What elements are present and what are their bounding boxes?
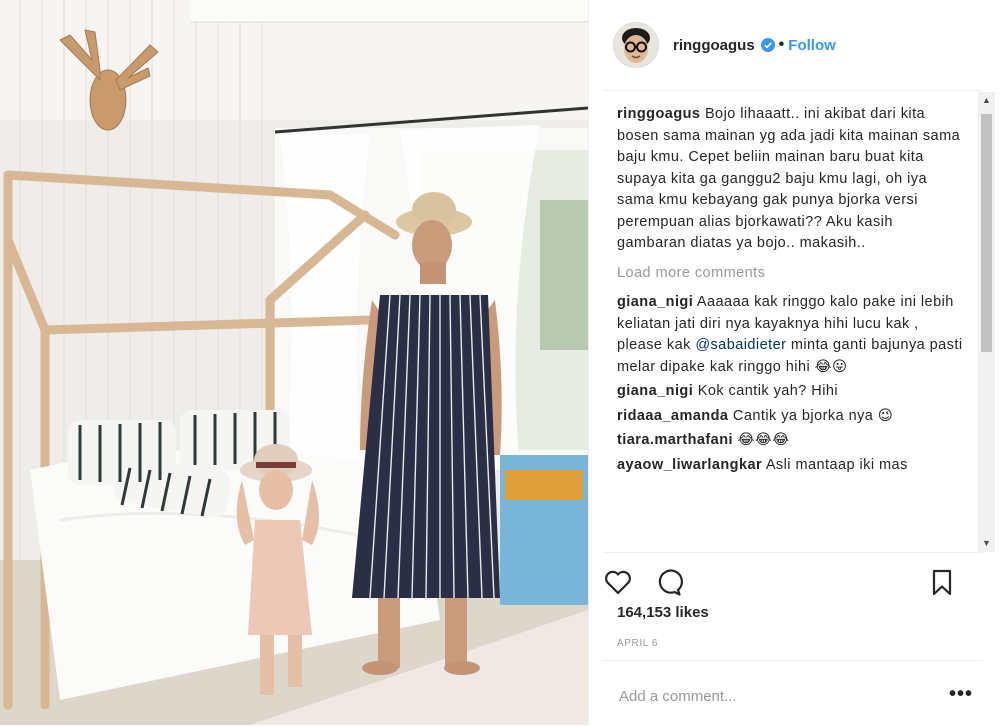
comment-text: Cantik ya bjorka nya 😉	[732, 407, 894, 424]
comment-icon[interactable]	[653, 567, 683, 597]
comment-username[interactable]: giana_nigi	[617, 383, 693, 399]
verified-badge-icon	[760, 38, 775, 52]
caption-username[interactable]: ringgoagus	[617, 106, 700, 122]
likes-count[interactable]: 164,153 likes	[617, 604, 709, 621]
scroll-down-arrow-icon[interactable]: ▼	[978, 535, 995, 552]
comments-list: ringgoagus Bojo lihaaatt.. ini akibat da…	[617, 104, 965, 550]
add-comment-section: •••	[603, 660, 983, 726]
action-bar	[603, 552, 983, 609]
load-more-comments-button[interactable]: Load more comments	[617, 263, 965, 285]
heart-icon[interactable]	[603, 567, 633, 597]
post-header: ringgoagus • Follow	[603, 0, 983, 91]
comment-text: 😂😂😂	[737, 432, 790, 448]
post-username[interactable]: ringgoagus	[673, 37, 755, 54]
follow-button[interactable]: Follow	[788, 37, 836, 54]
post-photo[interactable]	[0, 0, 588, 725]
comment-mention-link[interactable]: @sabaidieter	[695, 337, 786, 353]
comment-text: Kok cantik yah? Hihi	[697, 383, 839, 399]
post-date[interactable]: APRIL 6	[617, 638, 658, 649]
comment-item: ridaaa_amanda Cantik ya bjorka nya 😉	[617, 406, 965, 428]
comment-username[interactable]: ayaow_liwarlangkar	[617, 457, 762, 473]
comment-item: tiara.marthafani 😂😂😂	[617, 430, 965, 452]
caption: ringgoagus Bojo lihaaatt.. ini akibat da…	[617, 104, 965, 255]
scrollbar-thumb[interactable]	[981, 114, 992, 352]
add-comment-input[interactable]	[617, 683, 931, 709]
post-side-panel: ringgoagus • Follow ringgoagus Bojo liha…	[588, 0, 999, 725]
more-options-icon[interactable]: •••	[949, 684, 973, 704]
instagram-post: ringgoagus • Follow ringgoagus Bojo liha…	[0, 0, 1000, 725]
comment-item: giana_nigi Aaaaaa kak ringgo kalo pake i…	[617, 292, 965, 378]
comment-item: giana_nigi Kok cantik yah? Hihi	[617, 381, 965, 403]
scroll-up-arrow-icon[interactable]: ▲	[978, 92, 995, 109]
header-separator: •	[778, 36, 785, 53]
comment-item: ayaow_liwarlangkar Asli mantaap iki mas	[617, 455, 965, 477]
bookmark-icon[interactable]	[927, 567, 957, 597]
comment-username[interactable]: ridaaa_amanda	[617, 408, 728, 424]
avatar[interactable]	[613, 22, 659, 68]
comments-scrollbar[interactable]: ▲ ▼	[978, 92, 995, 552]
caption-text: Bojo lihaaatt.. ini akibat dari kita bos…	[617, 106, 961, 251]
avatar-image	[614, 23, 658, 67]
photo-illustration	[0, 0, 588, 725]
comment-username[interactable]: tiara.marthafani	[617, 432, 733, 448]
comment-text: Asli mantaap iki mas	[765, 456, 908, 473]
comment-username[interactable]: giana_nigi	[617, 294, 693, 310]
